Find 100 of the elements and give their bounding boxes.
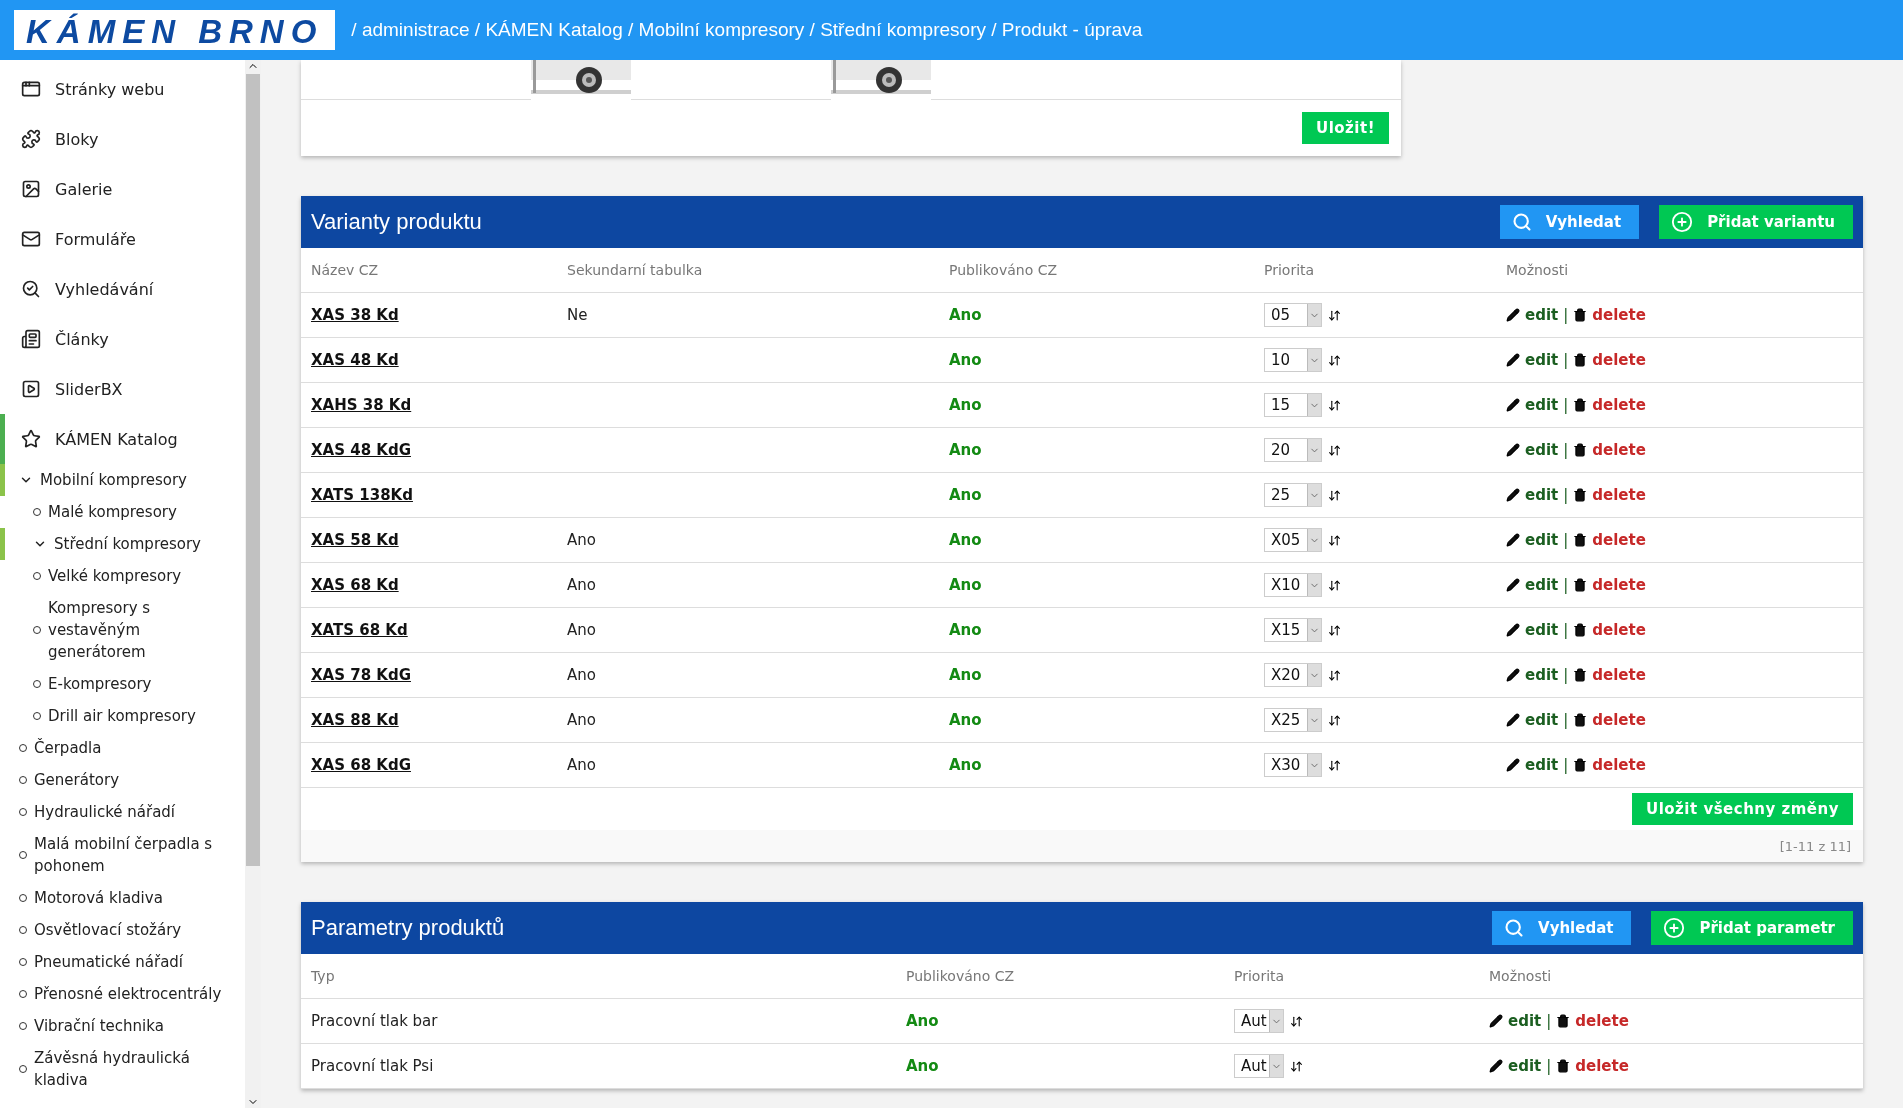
tree-item[interactable]: Čerpadla [0, 732, 245, 764]
sidebar-item[interactable]: Články [0, 314, 245, 364]
tree-item[interactable]: E-kompresory [0, 668, 245, 700]
tree-item[interactable]: Osvětlovací stožáry [0, 914, 245, 946]
edit-link[interactable]: edit [1525, 306, 1559, 324]
sort-icon[interactable] [1328, 623, 1341, 637]
edit-link[interactable]: edit [1525, 666, 1559, 684]
priority-select[interactable]: Aut [1234, 1054, 1284, 1078]
variant-link[interactable]: XAS 48 KdG [311, 441, 411, 459]
tree-item[interactable]: Kompresory s vestavěným generátorem [0, 592, 245, 668]
sidebar-item[interactable]: SliderBX [0, 364, 245, 414]
column-header: Priorita [1264, 262, 1316, 278]
sort-icon[interactable] [1328, 668, 1341, 682]
edit-link[interactable]: edit [1525, 531, 1559, 549]
sidebar-item[interactable]: Bloky [0, 114, 245, 164]
priority-select[interactable]: X15 [1264, 618, 1322, 642]
table-cell-text: Pracovní tlak bar [311, 1012, 439, 1030]
delete-link[interactable]: delete [1592, 351, 1646, 369]
sort-icon[interactable] [1328, 308, 1341, 322]
edit-link[interactable]: edit [1525, 486, 1559, 504]
tree-item[interactable]: Drill air kompresory [0, 700, 245, 732]
search-icon [21, 279, 41, 299]
priority-select[interactable]: X05 [1264, 528, 1322, 552]
variant-link[interactable]: XATS 138Kd [311, 486, 413, 504]
variant-link[interactable]: XAS 68 KdG [311, 756, 411, 774]
tree-item[interactable]: Hydraulické nářadí [0, 796, 245, 828]
sort-icon[interactable] [1328, 488, 1341, 502]
window-icon [21, 79, 41, 99]
variant-link[interactable]: XAS 78 KdG [311, 666, 411, 684]
priority-select[interactable]: 20 [1264, 438, 1322, 462]
pencil-icon [1506, 533, 1520, 547]
mail-icon [21, 229, 41, 249]
variant-link[interactable]: XAHS 38 Kd [311, 396, 412, 414]
edit-link[interactable]: edit [1525, 396, 1559, 414]
edit-link[interactable]: edit [1525, 711, 1559, 729]
tree-item[interactable]: Malá mobilní čerpadla s pohonem [0, 828, 245, 882]
published-status: Ano [949, 396, 983, 414]
delete-link[interactable]: delete [1592, 666, 1646, 684]
delete-link[interactable]: delete [1575, 1057, 1629, 1075]
priority-select[interactable]: X10 [1264, 573, 1322, 597]
pencil-icon [1506, 443, 1520, 457]
sort-icon[interactable] [1328, 443, 1341, 457]
priority-select[interactable]: 15 [1264, 393, 1322, 417]
edit-link[interactable]: edit [1525, 576, 1559, 594]
delete-link[interactable]: delete [1592, 576, 1646, 594]
edit-link[interactable]: edit [1525, 756, 1559, 774]
delete-link[interactable]: delete [1592, 756, 1646, 774]
edit-link[interactable]: edit [1508, 1012, 1542, 1030]
sidebar-item[interactable]: Formuláře [0, 214, 245, 264]
variant-link[interactable]: XAS 38 Kd [311, 306, 399, 324]
delete-link[interactable]: delete [1592, 531, 1646, 549]
tree-item[interactable]: Malé kompresory [0, 496, 245, 528]
tree-item[interactable]: Pneumatické nářadí [0, 946, 245, 978]
priority-select[interactable]: 10 [1264, 348, 1322, 372]
separator: | [1563, 711, 1569, 729]
edit-link[interactable]: edit [1525, 621, 1559, 639]
priority-select[interactable]: 25 [1264, 483, 1322, 507]
delete-link[interactable]: delete [1592, 486, 1646, 504]
tree-item[interactable]: Velké kompresory [0, 560, 245, 592]
table-cell-text: Ano [567, 576, 597, 594]
variant-link[interactable]: XAS 58 Kd [311, 531, 399, 549]
sort-icon[interactable] [1328, 353, 1341, 367]
priority-select[interactable]: X25 [1264, 708, 1322, 732]
delete-link[interactable]: delete [1592, 621, 1646, 639]
variant-link[interactable]: XATS 68 Kd [311, 621, 408, 639]
tree-item[interactable]: Přenosné elektrocentrály [0, 978, 245, 1010]
column-header: Priorita [1234, 968, 1286, 984]
sort-icon[interactable] [1328, 578, 1341, 592]
delete-link[interactable]: delete [1592, 396, 1646, 414]
edit-link[interactable]: edit [1525, 441, 1559, 459]
sort-icon[interactable] [1328, 533, 1341, 547]
delete-link[interactable]: delete [1592, 711, 1646, 729]
tree-item[interactable]: Generátory [0, 764, 245, 796]
sort-icon[interactable] [1328, 713, 1341, 727]
variant-link[interactable]: XAS 68 Kd [311, 576, 399, 594]
edit-link[interactable]: edit [1508, 1057, 1542, 1075]
delete-link[interactable]: delete [1592, 306, 1646, 324]
sort-icon[interactable] [1290, 1014, 1303, 1028]
delete-link[interactable]: delete [1575, 1012, 1629, 1030]
sort-icon[interactable] [1328, 758, 1341, 772]
tree-item[interactable]: Vibrační technika [0, 1010, 245, 1042]
priority-select[interactable]: Aut [1234, 1009, 1284, 1033]
sidebar-item[interactable]: Stránky webu [0, 64, 245, 114]
priority-select[interactable]: X30 [1264, 753, 1322, 777]
priority-select[interactable]: X20 [1264, 663, 1322, 687]
logo[interactable]: KÁMEN BRNO [14, 10, 336, 50]
sidebar-item[interactable]: Galerie [0, 164, 245, 214]
tree-item[interactable]: Závěsná hydraulická kladiva [0, 1042, 245, 1096]
variant-link[interactable]: XAS 48 Kd [311, 351, 399, 369]
published-status: Ano [949, 486, 983, 504]
edit-link[interactable]: edit [1525, 351, 1559, 369]
published-status: Ano [949, 666, 983, 684]
tree-item[interactable]: Motorová kladiva [0, 882, 245, 914]
sort-icon[interactable] [1290, 1059, 1303, 1073]
sidebar-item[interactable]: Vyhledávání [0, 264, 245, 314]
sort-icon[interactable] [1328, 398, 1341, 412]
column-header: Publikováno CZ [949, 262, 1059, 278]
variant-link[interactable]: XAS 88 Kd [311, 711, 399, 729]
priority-select[interactable]: 05 [1264, 303, 1322, 327]
delete-link[interactable]: delete [1592, 441, 1646, 459]
